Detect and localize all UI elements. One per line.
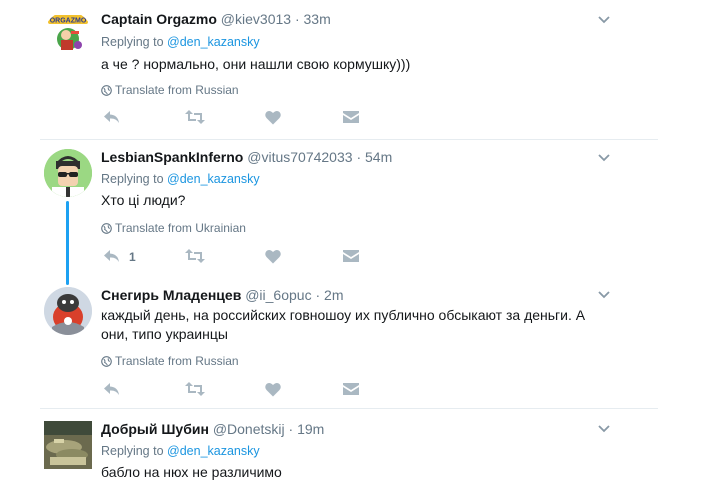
reply-count: 1 bbox=[129, 250, 136, 264]
tweet-text: Хто ці люди? bbox=[101, 192, 186, 208]
tweet-actions bbox=[101, 381, 421, 401]
tweet-lesbianspankinferno[interactable]: LesbianSpankInferno @vitus70742033 · 54m… bbox=[0, 140, 718, 285]
avatar[interactable] bbox=[44, 149, 92, 197]
separator-dot: · bbox=[356, 149, 362, 165]
tweet-captain-orgazmo[interactable]: ORGAZMO Captain Orgazmo @kiev3013 · 33m … bbox=[0, 0, 718, 130]
translate-label[interactable]: Translate from Ukrainian bbox=[115, 221, 246, 235]
svg-text:ORGAZMO: ORGAZMO bbox=[50, 18, 87, 25]
user-handle[interactable]: @kiev3013 bbox=[221, 11, 291, 27]
reply-icon[interactable] bbox=[103, 381, 121, 397]
retweet-icon[interactable] bbox=[185, 248, 205, 264]
user-name[interactable]: LesbianSpankInferno bbox=[101, 149, 243, 165]
replying-to-handle[interactable]: @den_kazansky bbox=[167, 444, 260, 458]
replying-to-handle[interactable]: @den_kazansky bbox=[167, 35, 260, 49]
chevron-down-icon[interactable] bbox=[598, 291, 610, 299]
reply-icon[interactable] bbox=[103, 109, 121, 125]
separator-dot: · bbox=[288, 421, 294, 437]
replying-to-label: Replying to bbox=[101, 35, 164, 49]
heart-icon[interactable] bbox=[265, 249, 281, 264]
avatar[interactable]: ORGAZMO bbox=[44, 11, 92, 59]
replying-to-label: Replying to bbox=[101, 444, 164, 458]
replying-to: Replying to @den_kazansky bbox=[101, 172, 260, 186]
tweet-snegir-mladentsev[interactable]: Снегирь Младенцев @ii_6opuc · 2m каждый … bbox=[0, 275, 718, 405]
avatar[interactable] bbox=[44, 421, 92, 469]
chevron-down-icon[interactable] bbox=[598, 425, 610, 433]
translate-link[interactable]: Translate from Ukrainian bbox=[101, 221, 246, 235]
envelope-icon[interactable] bbox=[343, 382, 359, 396]
separator-dot: · bbox=[294, 11, 300, 27]
replying-to-label: Replying to bbox=[101, 172, 164, 186]
replying-to-handle[interactable]: @den_kazansky bbox=[167, 172, 260, 186]
avatar[interactable] bbox=[44, 287, 92, 335]
tweet-text: каждый день, на российских говношоу их п… bbox=[101, 307, 586, 342]
envelope-icon[interactable] bbox=[343, 110, 359, 124]
chevron-down-icon[interactable] bbox=[598, 16, 610, 24]
globe-icon bbox=[101, 356, 112, 367]
tweet-actions bbox=[101, 109, 421, 129]
tweet-dobry-shubin[interactable]: Добрый Шубин @Donetskij · 19m Replying t… bbox=[0, 409, 718, 487]
translate-label[interactable]: Translate from Russian bbox=[115, 83, 239, 97]
timestamp[interactable]: 33m bbox=[304, 11, 331, 27]
envelope-icon[interactable] bbox=[343, 249, 359, 263]
replying-to: Replying to @den_kazansky bbox=[101, 35, 260, 49]
retweet-icon[interactable] bbox=[185, 381, 205, 397]
user-name[interactable]: Добрый Шубин bbox=[101, 421, 209, 437]
user-handle[interactable]: @Donetskij bbox=[213, 421, 285, 437]
chevron-down-icon[interactable] bbox=[598, 154, 610, 162]
heart-icon[interactable] bbox=[265, 110, 281, 125]
heart-icon[interactable] bbox=[265, 382, 281, 397]
reply-icon[interactable] bbox=[103, 248, 121, 264]
retweet-icon[interactable] bbox=[185, 109, 205, 125]
replying-to: Replying to @den_kazansky bbox=[101, 444, 260, 458]
timestamp[interactable]: 2m bbox=[324, 287, 343, 303]
thread-connector bbox=[66, 201, 69, 285]
tweet-text: бабло на нюх не различимо bbox=[101, 464, 282, 480]
user-name[interactable]: Снегирь Младенцев bbox=[101, 287, 241, 303]
user-handle[interactable]: @vitus70742033 bbox=[247, 149, 352, 165]
tweet-actions: 1 bbox=[101, 248, 421, 268]
timestamp[interactable]: 54m bbox=[365, 149, 392, 165]
user-name[interactable]: Captain Orgazmo bbox=[101, 11, 217, 27]
user-handle[interactable]: @ii_6opuc bbox=[245, 287, 311, 303]
separator-dot: · bbox=[315, 287, 321, 303]
translate-link[interactable]: Translate from Russian bbox=[101, 354, 239, 368]
globe-icon bbox=[101, 223, 112, 234]
globe-icon bbox=[101, 85, 112, 96]
tweet-text: а че ? нормально, они нашли свою кормушк… bbox=[101, 56, 411, 72]
translate-link[interactable]: Translate from Russian bbox=[101, 83, 239, 97]
translate-label[interactable]: Translate from Russian bbox=[115, 354, 239, 368]
timestamp[interactable]: 19m bbox=[297, 421, 324, 437]
